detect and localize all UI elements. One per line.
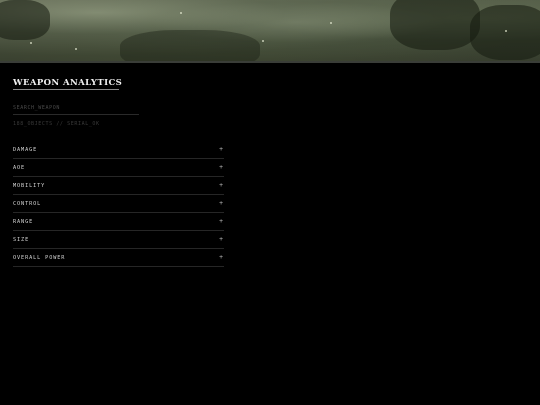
- banner-foliage: [0, 0, 50, 40]
- category-label: DAMAGE: [13, 147, 38, 153]
- category-row-aoe[interactable]: AOE +: [13, 159, 224, 177]
- category-row-mobility[interactable]: MOBILITY +: [13, 177, 224, 195]
- category-label: CONTROL: [13, 201, 42, 207]
- expand-plus-icon[interactable]: +: [219, 163, 223, 171]
- category-label: OVERALL POWER: [13, 255, 66, 261]
- category-list: DAMAGE + AOE + MOBILITY + CONTROL + RANG…: [13, 141, 224, 267]
- expand-plus-icon[interactable]: +: [219, 253, 223, 261]
- category-label: RANGE: [13, 219, 34, 225]
- search-input[interactable]: [13, 101, 139, 115]
- category-row-control[interactable]: CONTROL +: [13, 195, 224, 213]
- category-label: AOE: [13, 165, 26, 171]
- category-label: SIZE: [13, 237, 30, 243]
- page-title: WEAPON ANALYTICS: [13, 78, 123, 88]
- expand-plus-icon[interactable]: +: [219, 145, 223, 153]
- banner-highlight: [505, 30, 507, 32]
- category-row-overall-power[interactable]: OVERALL POWER +: [13, 249, 224, 267]
- banner-highlight: [330, 22, 332, 24]
- expand-plus-icon[interactable]: +: [219, 181, 223, 189]
- category-row-range[interactable]: RANGE +: [13, 213, 224, 231]
- banner-foliage: [470, 5, 540, 60]
- banner-highlight: [30, 42, 32, 44]
- banner-foliage: [390, 0, 480, 50]
- banner-foliage: [120, 30, 260, 63]
- expand-plus-icon[interactable]: +: [219, 199, 223, 207]
- banner-highlight: [75, 48, 77, 50]
- title-underline: [13, 89, 119, 90]
- category-label: MOBILITY: [13, 183, 46, 189]
- category-row-size[interactable]: SIZE +: [13, 231, 224, 249]
- banner-highlight: [180, 12, 182, 14]
- banner-highlight: [262, 40, 264, 42]
- category-row-damage[interactable]: DAMAGE +: [13, 141, 224, 159]
- expand-plus-icon[interactable]: +: [219, 217, 223, 225]
- hero-banner-image: [0, 0, 540, 63]
- status-readout: 188_OBJECTS // SERIAL_OK: [13, 121, 100, 127]
- banner-divider: [0, 61, 540, 63]
- expand-plus-icon[interactable]: +: [219, 235, 223, 243]
